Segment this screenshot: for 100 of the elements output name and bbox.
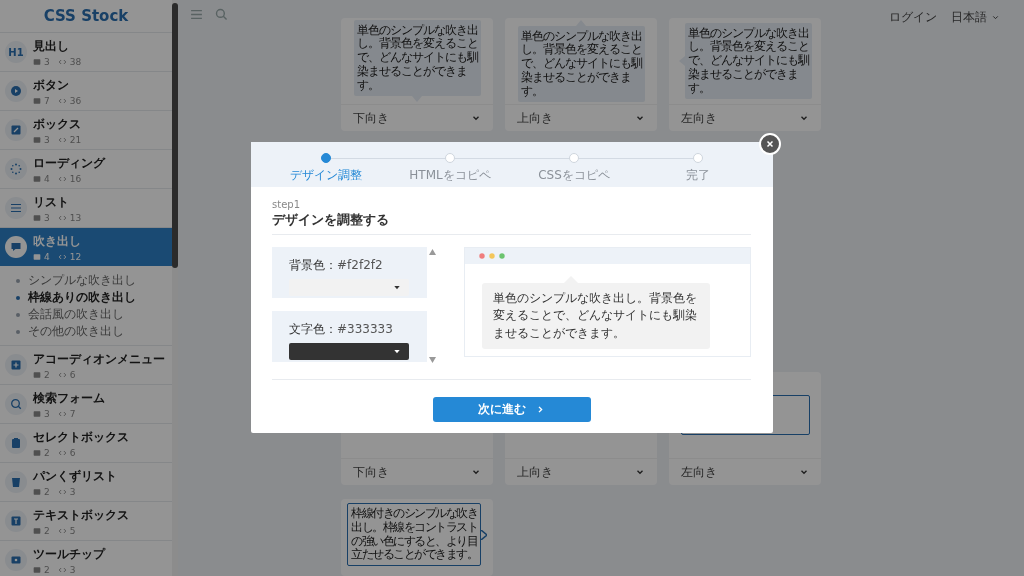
count-label: 2 xyxy=(33,369,50,380)
card[interactable]: 単色のシンプルな吹き出し。背景色を変えることで、どんなサイトにも馴染ませることができます。 下向き xyxy=(341,18,493,131)
next-button[interactable]: 次に進む xyxy=(432,397,591,422)
sidebar-item[interactable]: H1 見出し 3 38 xyxy=(0,33,172,72)
count-label: 12 xyxy=(57,251,82,262)
sidebar-subitem[interactable]: 会話風の吹き出し xyxy=(0,306,172,323)
heading-icon: H1 xyxy=(8,46,24,58)
text-icon xyxy=(10,515,22,527)
step-label[interactable]: HTMLをコピペ xyxy=(409,167,491,184)
sidebar-item[interactable]: テキストボックス 2 5 xyxy=(0,502,172,541)
sidebar-item[interactable]: アコーディオンメニュー 2 6 xyxy=(0,346,172,385)
speech-bubble: 単色のシンプルな吹き出し。背景色を変えることで、どんなサイトにも馴染ませることができます。 xyxy=(482,283,710,350)
count-label: 2 xyxy=(33,486,50,497)
sidebar-subitem[interactable]: その他の吹き出し xyxy=(0,323,172,340)
step-label[interactable]: 完了 xyxy=(686,167,710,184)
setting-value: #333333 xyxy=(337,322,393,336)
code-icon xyxy=(57,57,67,66)
sidebar-item[interactable]: ローディング 4 16 xyxy=(0,150,172,189)
card-label: 上向き xyxy=(517,109,553,127)
code-icon xyxy=(57,487,67,496)
count-label: 36 xyxy=(57,95,82,106)
speech-bubble: 単色のシンプルな吹き出し。背景色を変えることで、どんなサイトにも馴染ませることができます。 xyxy=(353,19,481,97)
count-label: 7 xyxy=(33,95,50,106)
folder-icon xyxy=(33,526,41,535)
scroll-up-icon[interactable] xyxy=(428,249,436,255)
sidebar-item[interactable]: ボタン 7 36 xyxy=(0,72,172,111)
count-label: 7 xyxy=(57,408,76,419)
sidebar-subitem[interactable]: 枠線ありの吹き出し xyxy=(0,289,172,306)
scrollbar[interactable] xyxy=(172,0,178,576)
caret-icon xyxy=(991,13,1000,22)
folder-icon xyxy=(33,135,41,144)
speech-bubble: 枠線付きのシンプルな吹き出し。枠線をコントラストの強い色にすると、より目立たせることができます。 xyxy=(347,503,481,567)
count-label: 5 xyxy=(57,525,76,536)
sidebar-subitem[interactable]: シンプルな吹き出し xyxy=(0,272,172,289)
sidebar-item[interactable]: セレクトボックス 2 6 xyxy=(0,424,172,463)
language-button[interactable]: 日本語 xyxy=(951,9,1000,26)
folder-icon xyxy=(33,252,41,261)
plus-icon xyxy=(10,359,22,371)
count-label: 4 xyxy=(33,173,50,184)
login-link[interactable]: ログイン xyxy=(889,9,937,26)
play-icon xyxy=(10,85,22,97)
card[interactable]: 単色のシンプルな吹き出し。背景色を変えることで、どんなサイトにも馴染ませることができます。 左向き xyxy=(669,18,821,131)
close-icon xyxy=(765,139,775,149)
step-label[interactable]: デザイン調整 xyxy=(290,167,362,184)
code-icon xyxy=(57,96,67,105)
code-icon xyxy=(57,526,67,535)
code-icon xyxy=(57,448,67,457)
setting-value: #f2f2f2 xyxy=(337,258,383,272)
count-label: 16 xyxy=(57,173,82,184)
search-icon xyxy=(215,8,228,21)
sidebar-item[interactable]: 吹き出し 4 12 xyxy=(0,228,172,266)
code-icon xyxy=(57,565,67,574)
card-label: 上向き xyxy=(517,463,553,481)
count-label: 6 xyxy=(57,447,76,458)
sidebar-item[interactable]: ボックス 3 21 xyxy=(0,111,172,150)
code-icon xyxy=(57,252,67,261)
setting-label: 背景色： xyxy=(289,258,337,272)
sidebar-item[interactable]: パンくずリスト 2 3 xyxy=(0,463,172,502)
step-label[interactable]: CSSをコピペ xyxy=(538,167,610,184)
code-icon xyxy=(57,213,67,222)
speech-bubble: 単色のシンプルな吹き出し。背景色を変えることで、どんなサイトにも馴染ませることができます。 xyxy=(684,22,812,100)
card[interactable]: 枠線付きのシンプルな吹き出し。枠線をコントラストの強い色にすると、より目立たせることができます。 xyxy=(341,499,493,576)
speech-bubble: 単色のシンプルな吹き出し。背景色を変えることで、どんなサイトにも馴染ませることができます。 xyxy=(517,25,645,103)
menu-icon xyxy=(190,8,203,21)
bubble-pointer xyxy=(481,529,487,540)
step-caption: step1 xyxy=(272,199,301,210)
count-label: 3 xyxy=(33,212,50,223)
card-label: 下向き xyxy=(353,109,389,127)
card-label: 下向き xyxy=(353,463,389,481)
count-label: 3 xyxy=(57,564,76,575)
color-select[interactable] xyxy=(289,279,409,296)
count-label: 4 xyxy=(33,251,50,262)
count-label: 3 xyxy=(33,56,50,67)
sidebar-item[interactable]: 検索フォーム 3 7 xyxy=(0,385,172,424)
card[interactable]: 単色のシンプルな吹き出し。背景色を変えることで、どんなサイトにも馴染ませることができます。 上向き xyxy=(505,18,657,131)
folder-icon xyxy=(33,370,41,379)
sidebar-item[interactable]: ツールチップ 2 3 xyxy=(0,541,172,576)
folder-icon xyxy=(33,213,41,222)
count-label: 2 xyxy=(33,525,50,536)
chevron-right-icon xyxy=(536,405,545,414)
list-icon xyxy=(10,202,22,214)
count-label: 6 xyxy=(57,369,76,380)
card-label: 左向き xyxy=(681,109,717,127)
folder-icon xyxy=(33,57,41,66)
code-icon xyxy=(57,174,67,183)
folder-icon xyxy=(33,448,41,457)
setting-label: 文字色： xyxy=(289,322,337,336)
code-icon xyxy=(57,370,67,379)
folder-icon xyxy=(33,487,41,496)
edit-icon xyxy=(10,124,22,136)
count-label: 38 xyxy=(57,56,82,67)
color-select[interactable] xyxy=(289,343,409,360)
window-dots-icon xyxy=(479,253,506,259)
caret-icon xyxy=(393,347,401,356)
count-label: 2 xyxy=(33,447,50,458)
folder-icon xyxy=(33,409,41,418)
count-label: 3 xyxy=(33,134,50,145)
scroll-down-icon[interactable] xyxy=(428,357,436,363)
caret-icon xyxy=(393,283,401,292)
step-dot[interactable] xyxy=(321,153,331,163)
